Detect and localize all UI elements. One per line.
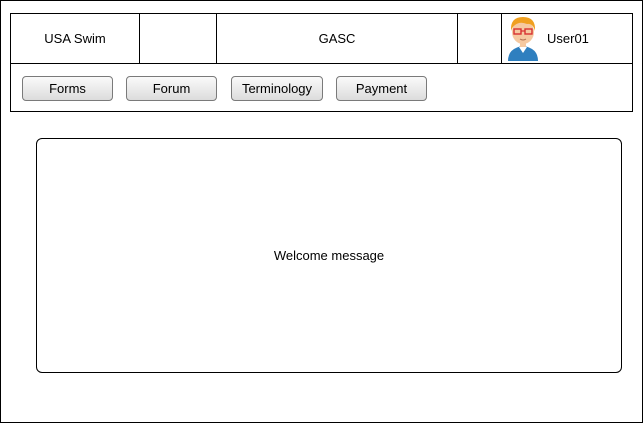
forms-button[interactable]: Forms <box>22 76 113 101</box>
terminology-button[interactable]: Terminology <box>231 76 323 101</box>
payment-button[interactable]: Payment <box>336 76 427 101</box>
club-label: GASC <box>318 31 356 46</box>
welcome-panel: Welcome message <box>36 138 622 373</box>
club-box: GASC <box>216 13 458 64</box>
user-avatar-icon[interactable] <box>505 14 541 62</box>
user-label[interactable]: User01 <box>547 31 589 46</box>
org-label: USA Swim <box>44 31 106 46</box>
forum-button[interactable]: Forum <box>126 76 217 101</box>
org-box: USA Swim <box>10 13 140 64</box>
welcome-message: Welcome message <box>273 248 385 263</box>
